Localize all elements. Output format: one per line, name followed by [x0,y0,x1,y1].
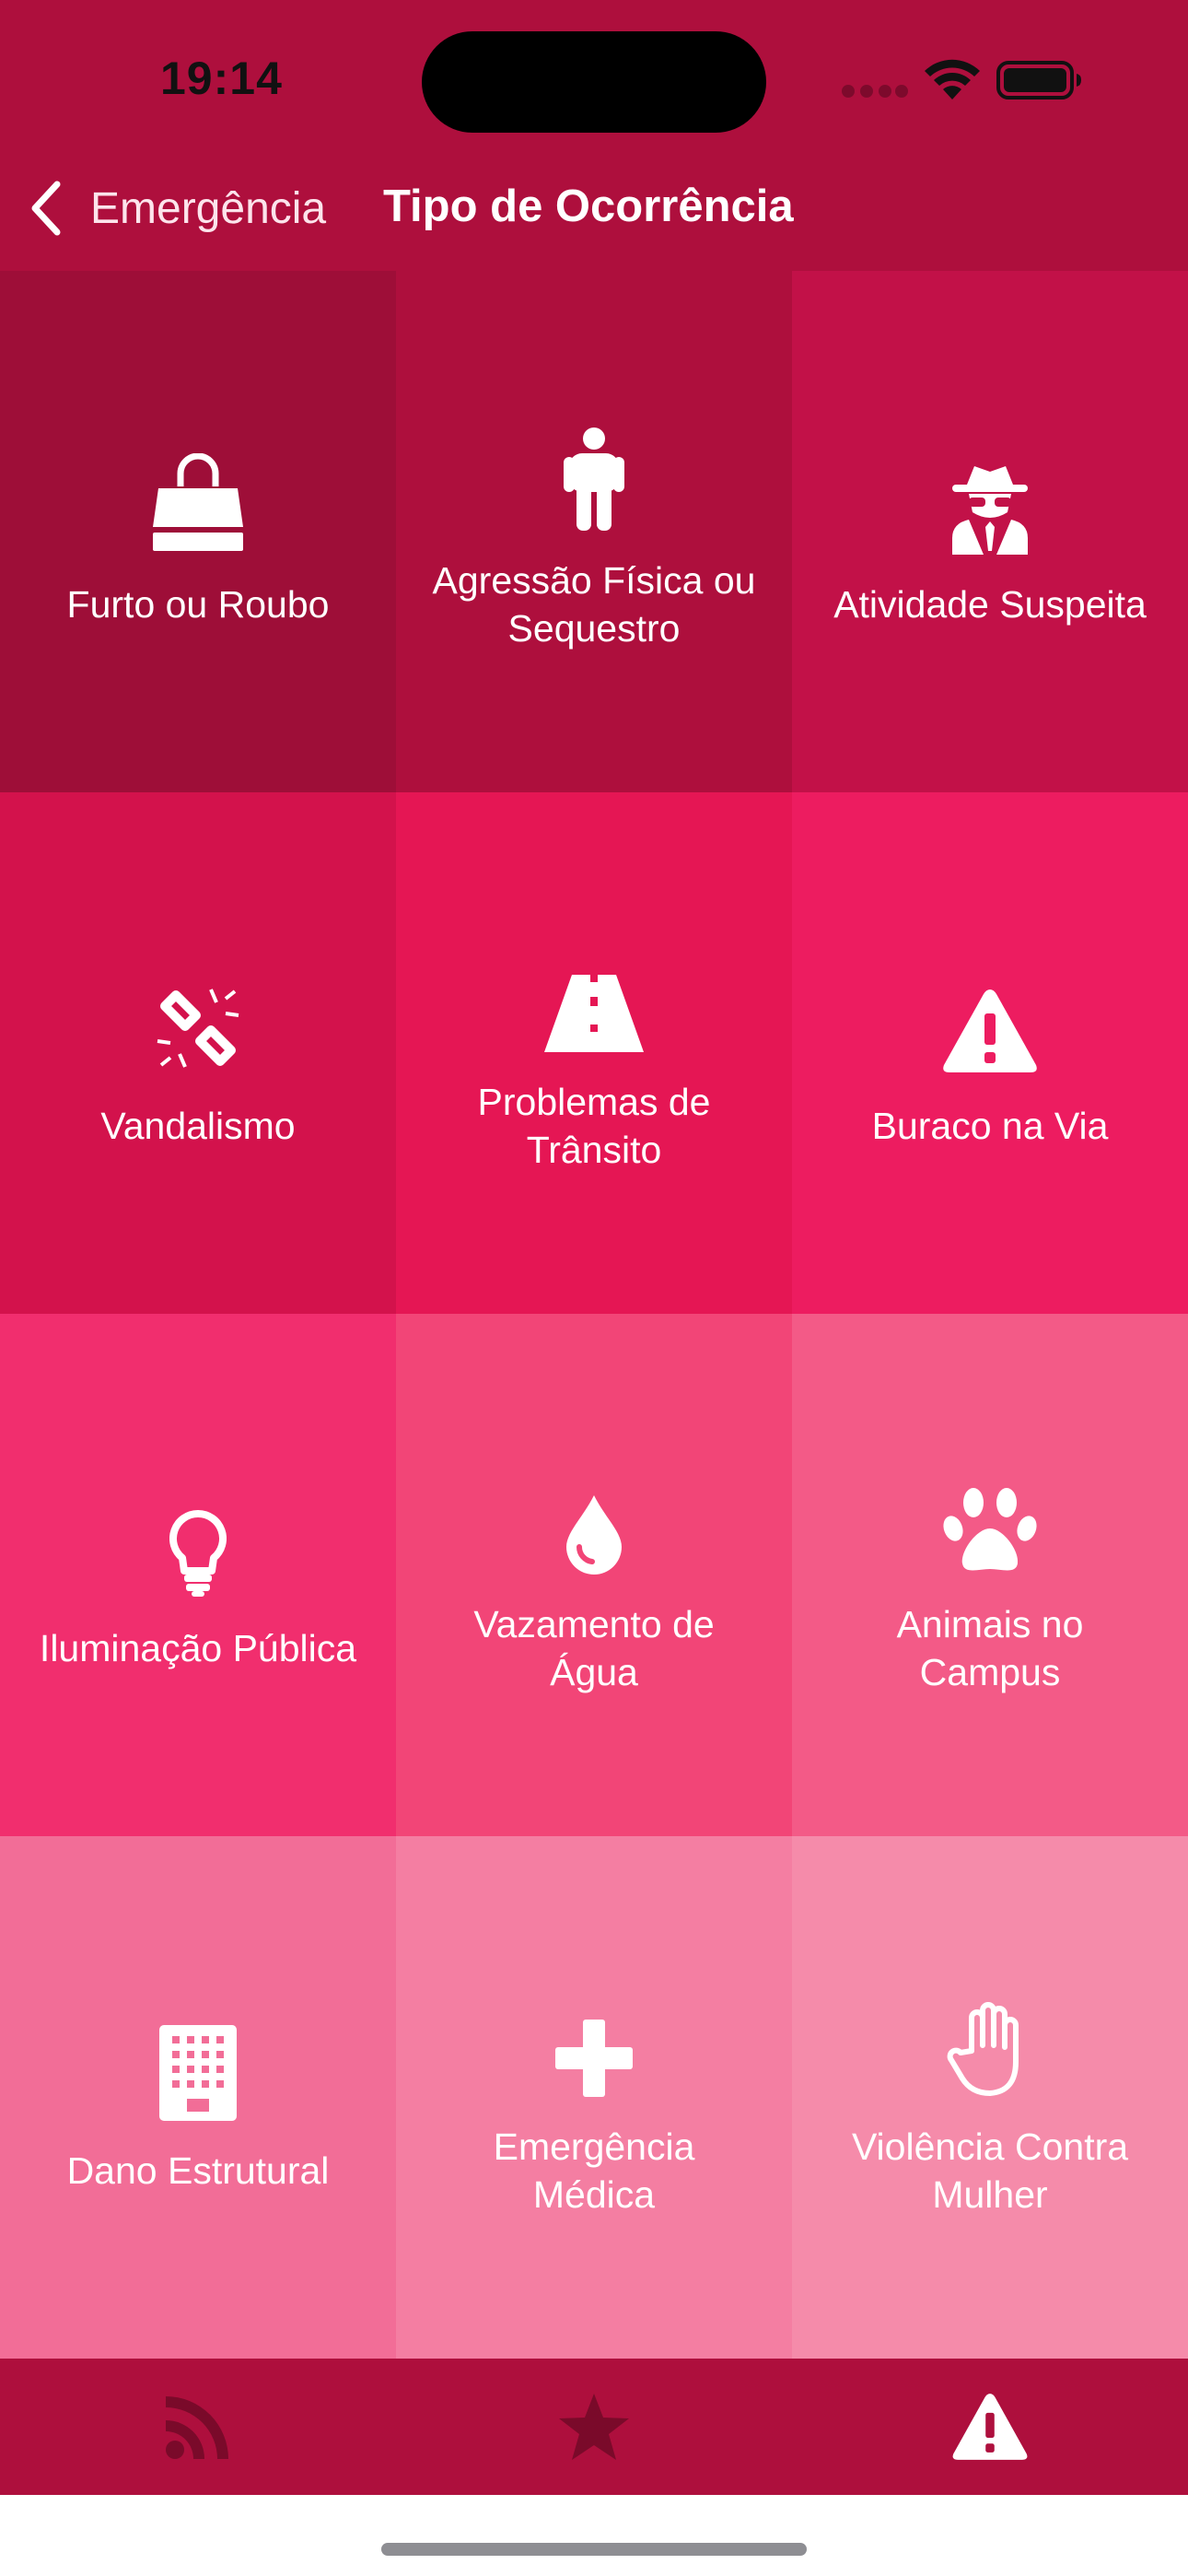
lightbulb-icon [169,1479,227,1598]
tile-dano-estrutural[interactable]: Dano Estrutural [0,1836,396,2359]
warning-triangle-icon [940,956,1040,1076]
rss-feed-icon [166,2396,228,2459]
tile-furto-ou-roubo[interactable]: Furto ou Roubo [0,271,396,792]
tile-label: Atividade Suspeita [833,583,1147,626]
tile-label: Furto ou Roubo [66,583,330,626]
home-indicator-area [0,2495,1188,2576]
tile-buraco-na-via[interactable]: Buraco na Via [792,792,1188,1314]
dynamic-island [422,31,766,133]
broken-link-icon [150,956,246,1076]
cellular-signal-icon [842,85,908,98]
tile-label: Animais no Campus [896,1602,1084,1693]
tab-emergency[interactable] [792,2359,1188,2495]
occurrence-type-grid: Furto ou Roubo Agressão Física ou Seques… [0,271,1188,2359]
back-button-label: Emergência [90,183,327,233]
page-title: Tipo de Ocorrência [383,181,794,231]
warning-triangle-icon [952,2394,1028,2460]
status-bar-time: 19:14 [160,53,283,104]
tile-atividade-suspeita[interactable]: Atividade Suspeita [792,271,1188,792]
tile-problemas-de-transito[interactable]: Problemas de Trânsito [396,792,792,1314]
tab-bar [0,2359,1188,2495]
tile-label: Iluminação Pública [39,1626,357,1669]
tile-vazamento-de-agua[interactable]: Vazamento de Água [396,1314,792,1836]
hand-stop-icon [946,1977,1034,2097]
tile-label: Violência Contra Mulher [851,2125,1129,2216]
road-icon [544,932,644,1052]
tab-feed[interactable] [0,2359,396,2495]
star-icon [559,2394,629,2460]
wifi-icon [925,59,980,100]
tile-label: Vazamento de Água [473,1602,715,1693]
tile-emergencia-medica[interactable]: Emergência Médica [396,1836,792,2359]
tile-label: Vandalismo [100,1105,296,1147]
tile-label: Emergência Médica [493,2125,695,2216]
building-icon [159,2001,237,2121]
chevron-left-icon [31,181,61,236]
person-icon [564,411,624,531]
tile-label: Agressão Física ou Sequestro [432,559,756,650]
medical-cross-icon [555,1977,633,2097]
tab-favorites[interactable] [396,2359,792,2495]
paw-icon [942,1455,1038,1575]
tile-iluminacao-publica[interactable]: Iluminação Pública [0,1314,396,1836]
tile-label: Buraco na Via [871,1105,1109,1147]
tile-animais-no-campus[interactable]: Animais no Campus [792,1314,1188,1836]
tile-agressao-fisica[interactable]: Agressão Física ou Sequestro [396,271,792,792]
navigation-header: 19:14 Emergência Tipo de Ocorrência [0,0,1188,271]
tile-violencia-contra-mulher[interactable]: Violência Contra Mulher [792,1836,1188,2359]
tile-vandalismo[interactable]: Vandalismo [0,792,396,1314]
back-button[interactable]: Emergência [26,175,326,241]
tile-label: Problemas de Trânsito [477,1081,711,1171]
shopping-bag-icon [147,435,249,555]
battery-icon [996,61,1081,100]
water-drop-icon [565,1455,623,1575]
tile-label: Dano Estrutural [66,2149,330,2192]
home-indicator[interactable] [381,2543,807,2556]
spy-icon [949,435,1031,555]
